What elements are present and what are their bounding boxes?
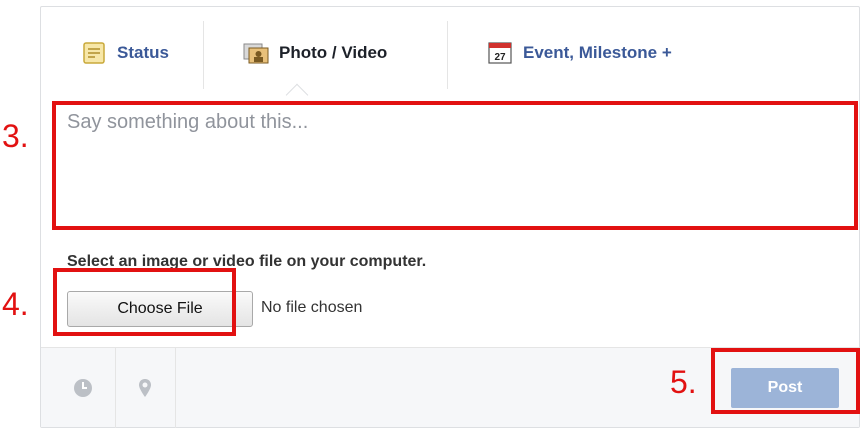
annotation-box-5 xyxy=(711,348,860,414)
bar-divider xyxy=(115,348,116,428)
tab-divider xyxy=(203,21,204,89)
bar-divider xyxy=(175,348,176,428)
annotation-box-4 xyxy=(53,268,236,336)
tab-divider xyxy=(447,21,448,89)
tab-status-label: Status xyxy=(117,43,169,62)
tab-event-milestone-label: Event, Milestone + xyxy=(523,43,672,62)
calendar-icon: 27 xyxy=(487,41,513,65)
tab-status[interactable]: Status xyxy=(81,35,169,71)
status-icon xyxy=(81,41,107,65)
svg-text:27: 27 xyxy=(494,52,506,63)
annotation-number-5: 5. xyxy=(670,364,697,400)
composer-tabs: Status Photo / Video 27 Event, Milestone… xyxy=(41,7,859,95)
annotation-number-4: 4. xyxy=(2,286,29,322)
photo-icon xyxy=(243,41,269,65)
annotation-number-3: 3. xyxy=(2,118,29,154)
clock-icon[interactable] xyxy=(71,376,95,400)
annotation-box-3 xyxy=(52,101,858,230)
tab-photo-video[interactable]: Photo / Video xyxy=(243,35,387,71)
location-pin-icon[interactable] xyxy=(133,376,157,400)
tab-photo-video-label: Photo / Video xyxy=(279,43,388,62)
tab-event-milestone[interactable]: 27 Event, Milestone + xyxy=(487,35,672,71)
no-file-chosen-text: No file chosen xyxy=(261,299,363,316)
